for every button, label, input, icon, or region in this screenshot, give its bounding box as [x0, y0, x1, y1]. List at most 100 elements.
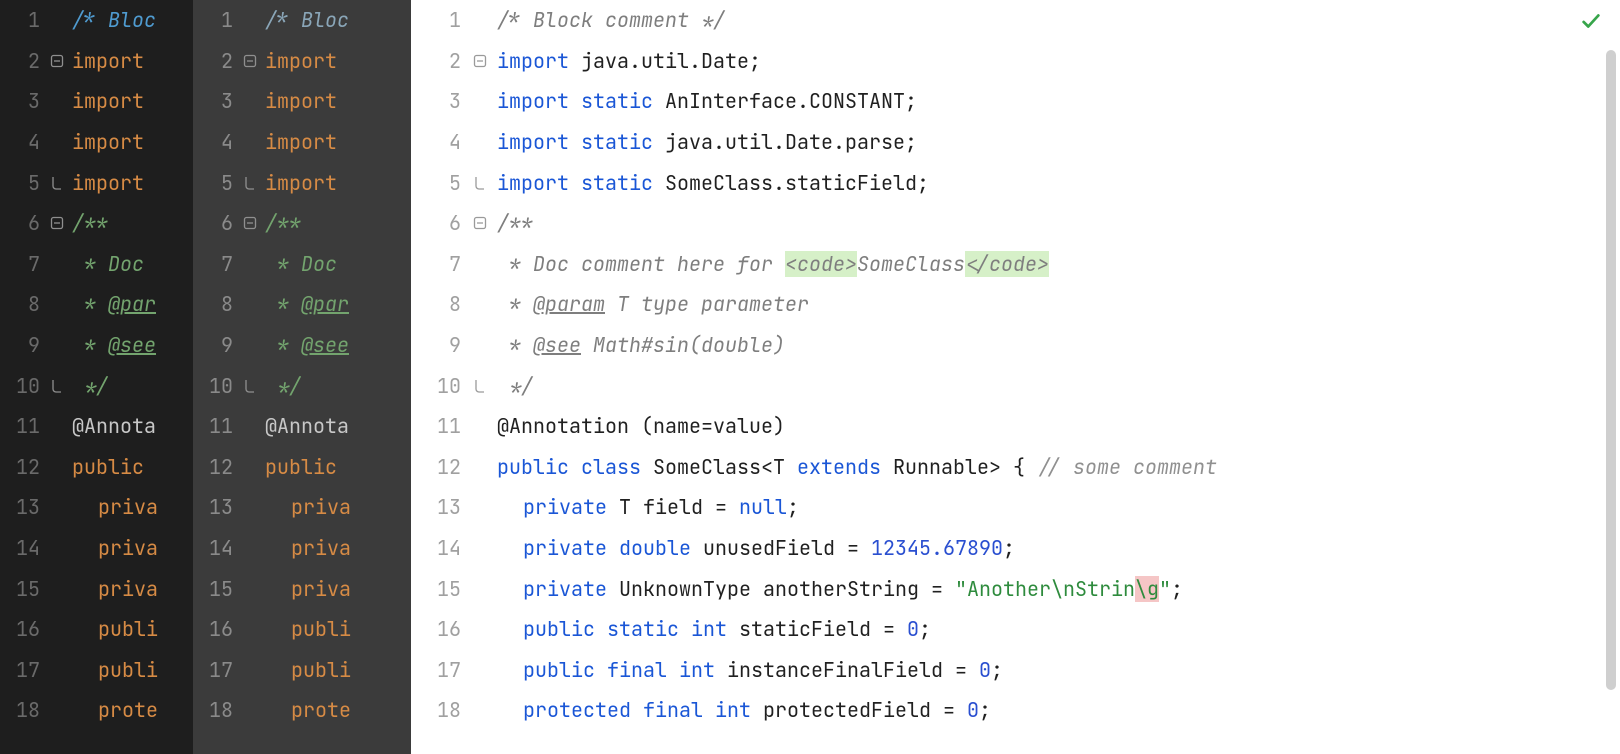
fold-minus-icon[interactable] — [50, 216, 64, 230]
code-line[interactable]: 4import — [0, 122, 193, 163]
code-line[interactable]: 7 * Doc comment here for <code>SomeClass… — [411, 244, 1620, 285]
code-line[interactable]: 15priva — [0, 568, 193, 609]
line-number: 17 — [0, 657, 46, 683]
fold-end-icon[interactable] — [243, 379, 257, 393]
code-line[interactable]: 3import — [193, 81, 411, 122]
code-text: public static int staticField = 0; — [493, 616, 931, 642]
code-line[interactable]: 15priva — [193, 568, 411, 609]
code-line[interactable]: 9 * @see Math#sin(double) — [411, 325, 1620, 366]
fold-gutter[interactable] — [46, 379, 68, 393]
line-number: 11 — [193, 413, 239, 439]
fold-gutter[interactable] — [239, 379, 261, 393]
code-line[interactable]: 18prote — [193, 690, 411, 731]
code-line[interactable]: 1/* Bloc — [0, 0, 193, 41]
editor-pane-light[interactable]: 1/* Block comment */2import java.util.Da… — [411, 0, 1620, 754]
fold-gutter[interactable] — [467, 54, 493, 68]
fold-minus-icon[interactable] — [473, 216, 487, 230]
code-line[interactable]: 5import — [193, 162, 411, 203]
code-line[interactable]: 16publi — [193, 609, 411, 650]
code-line[interactable]: 7 * Doc — [193, 244, 411, 285]
code-line[interactable]: 4import — [193, 122, 411, 163]
code-line[interactable]: 4import static java.util.Date.parse; — [411, 122, 1620, 163]
fold-end-icon[interactable] — [50, 176, 64, 190]
code-line[interactable]: 16publi — [0, 609, 193, 650]
fold-minus-icon[interactable] — [243, 54, 257, 68]
code-line[interactable]: 1/* Block comment */ — [411, 0, 1620, 41]
code-text: import static AnInterface.CONSTANT; — [493, 88, 917, 114]
code-line[interactable]: 3import static AnInterface.CONSTANT; — [411, 81, 1620, 122]
code-line[interactable]: 6/** — [193, 203, 411, 244]
code-line[interactable]: 9 * @see — [0, 325, 193, 366]
code-line[interactable]: 2import java.util.Date; — [411, 41, 1620, 82]
fold-gutter[interactable] — [467, 379, 493, 393]
fold-gutter[interactable] — [46, 176, 68, 190]
line-number: 18 — [411, 697, 467, 723]
code-line[interactable]: 11@Annotation (name=value) — [411, 406, 1620, 447]
fold-end-icon[interactable] — [243, 176, 257, 190]
fold-end-icon[interactable] — [50, 379, 64, 393]
code-line[interactable]: 5import — [0, 162, 193, 203]
code-line[interactable]: 12public class SomeClass<T extends Runna… — [411, 447, 1620, 488]
fold-minus-icon[interactable] — [243, 216, 257, 230]
fold-gutter[interactable] — [239, 54, 261, 68]
code-line[interactable]: 14private double unusedField = 12345.678… — [411, 528, 1620, 569]
code-line[interactable]: 6/** — [0, 203, 193, 244]
fold-gutter[interactable] — [467, 176, 493, 190]
line-number: 3 — [0, 88, 46, 114]
line-number: 3 — [193, 88, 239, 114]
code-line[interactable]: 13priva — [0, 487, 193, 528]
code-text: */ — [261, 373, 301, 399]
code-line[interactable]: 10 */ — [411, 365, 1620, 406]
fold-gutter[interactable] — [46, 216, 68, 230]
code-line[interactable]: 10 */ — [0, 365, 193, 406]
code-line[interactable]: 14priva — [0, 528, 193, 569]
vertical-scrollbar[interactable] — [1606, 50, 1616, 690]
code-line[interactable]: 12public — [193, 447, 411, 488]
code-line[interactable]: 15private UnknownType anotherString = "A… — [411, 568, 1620, 609]
fold-end-icon[interactable] — [473, 379, 487, 393]
code-line[interactable]: 10 */ — [193, 365, 411, 406]
fold-minus-icon[interactable] — [50, 54, 64, 68]
fold-minus-icon[interactable] — [473, 54, 487, 68]
code-line[interactable]: 5import static SomeClass.staticField; — [411, 162, 1620, 203]
code-line[interactable]: 13private T field = null; — [411, 487, 1620, 528]
inspection-ok-icon[interactable] — [1580, 10, 1602, 38]
code-text: */ — [493, 373, 533, 399]
code-line[interactable]: 3 import — [0, 81, 193, 122]
fold-gutter[interactable] — [46, 54, 68, 68]
code-line[interactable]: 2import — [193, 41, 411, 82]
line-number: 7 — [411, 251, 467, 277]
fold-gutter[interactable] — [239, 216, 261, 230]
editor-pane-dark-2[interactable]: 1/* Bloc2import3import4import5import6/**… — [193, 0, 411, 754]
code-text: prote — [68, 697, 158, 723]
code-line[interactable]: 6/** — [411, 203, 1620, 244]
code-line[interactable]: 12public — [0, 447, 193, 488]
code-line[interactable]: 8 * @param T type parameter — [411, 284, 1620, 325]
code-text: @Annota — [261, 413, 349, 439]
code-line[interactable]: 8 * @par — [0, 284, 193, 325]
line-number: 6 — [411, 210, 467, 236]
line-number: 8 — [0, 291, 46, 317]
code-line[interactable]: 13priva — [193, 487, 411, 528]
fold-end-icon[interactable] — [473, 176, 487, 190]
code-line[interactable]: 2import — [0, 41, 193, 82]
fold-gutter[interactable] — [467, 216, 493, 230]
code-line[interactable]: 18prote — [0, 690, 193, 731]
code-line[interactable]: 9 * @see — [193, 325, 411, 366]
code-line[interactable]: 17public final int instanceFinalField = … — [411, 650, 1620, 691]
code-line[interactable]: 7 * Doc — [0, 244, 193, 285]
code-line[interactable]: 16public static int staticField = 0; — [411, 609, 1620, 650]
code-text: /* Bloc — [68, 7, 156, 33]
code-line[interactable]: 17publi — [0, 650, 193, 691]
code-text: import — [68, 88, 144, 114]
code-line[interactable]: 11@Annota — [0, 406, 193, 447]
code-line[interactable]: 8 * @par — [193, 284, 411, 325]
code-line[interactable]: 11 @Annota — [193, 406, 411, 447]
code-line[interactable]: 18protected final int protectedField = 0… — [411, 690, 1620, 731]
code-line[interactable]: 1/* Bloc — [193, 0, 411, 41]
fold-gutter[interactable] — [239, 176, 261, 190]
code-line[interactable]: 17publi — [193, 650, 411, 691]
editor-pane-dark-1[interactable]: 1/* Bloc2import 3 import 4import5import6/**… — [0, 0, 193, 754]
code-text: prote — [261, 697, 351, 723]
code-line[interactable]: 14priva — [193, 528, 411, 569]
